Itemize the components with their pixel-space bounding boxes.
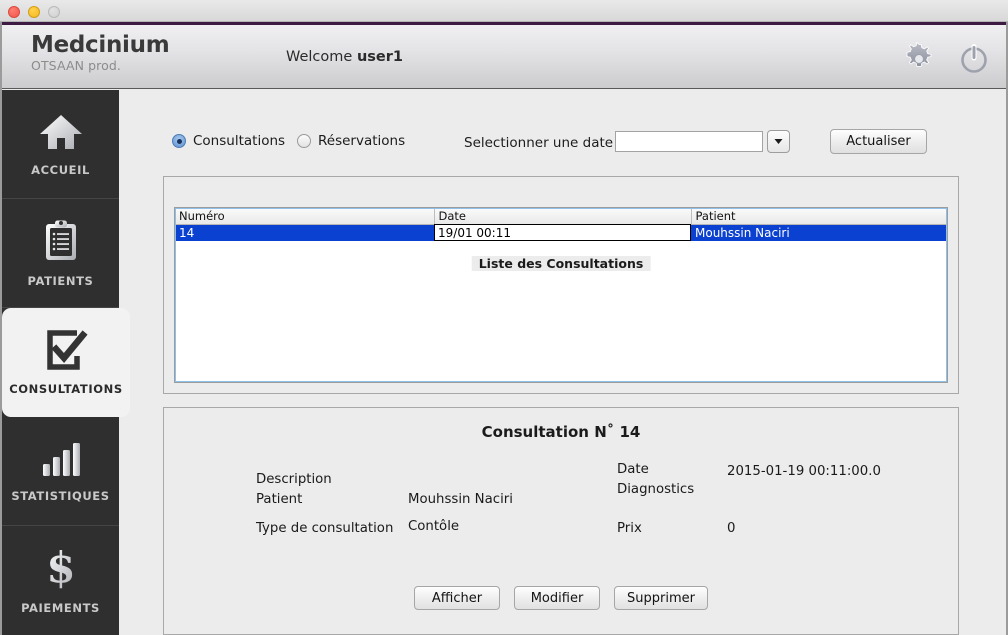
table-header-row: Numéro Date Patient [175, 208, 947, 225]
sidebar-item-accueil[interactable]: ACCUEIL [2, 90, 119, 199]
app-header: Medcinium OTSAAN prod. Welcome user1 [2, 25, 1006, 89]
dollar-sign-icon: $ [44, 543, 78, 594]
sidebar-item-label: PAIEMENTS [21, 601, 100, 615]
window-zoom-button[interactable] [48, 6, 60, 18]
column-header-date[interactable]: Date [434, 208, 692, 225]
home-icon [38, 112, 84, 156]
welcome-username: user1 [356, 49, 403, 65]
sidebar-item-label: ACCUEIL [31, 162, 90, 177]
checkbox-icon [44, 329, 88, 375]
radio-indicator-reservations [297, 134, 311, 148]
cell-patient[interactable]: Mouhssin Naciri [691, 224, 947, 241]
app-container: Medcinium OTSAAN prod. Welcome user1 ACC… [0, 22, 1008, 635]
sidebar-item-label: STATISTIQUES [11, 488, 110, 503]
window-minimize-button[interactable] [28, 6, 40, 18]
radio-label: Consultations [193, 133, 286, 149]
date-picker-label: Selectionner une date [464, 135, 614, 151]
value-prix: 0 [727, 521, 736, 536]
sidebar-item-consultations[interactable]: CONSULTATIONS [2, 308, 130, 417]
label-description: Description [256, 472, 332, 487]
modifier-button[interactable]: Modifier [514, 586, 601, 610]
clipboard-icon [41, 219, 81, 267]
radio-label: Réservations [318, 133, 406, 149]
sidebar-item-label: PATIENTS [27, 273, 94, 288]
value-patient: Mouhssin Naciri [408, 492, 513, 507]
radio-reservations[interactable]: Réservations [297, 133, 405, 149]
window-titlebar [0, 0, 1008, 22]
column-header-numero[interactable]: Numéro [175, 208, 435, 225]
afficher-button[interactable]: Afficher [414, 586, 501, 610]
sidebar-item-statistiques[interactable]: STATISTIQUES [2, 417, 119, 526]
chevron-down-icon[interactable] [767, 130, 790, 153]
column-header-patient[interactable]: Patient [691, 208, 947, 225]
content-pane: Consultations Réservations Selectionner … [119, 90, 1006, 635]
table-row[interactable]: 14 19/01 00:11 Mouhssin Naciri [175, 224, 947, 241]
radio-consultations[interactable]: Consultations [172, 133, 285, 149]
label-patient: Patient [256, 492, 303, 507]
detail-title: Consultation N˚ 14 [481, 423, 641, 441]
cell-date-editor[interactable]: 19/01 00:11 [434, 224, 691, 241]
value-date: 2015-01-19 00:11:00.0 [727, 464, 881, 479]
header-actions [902, 41, 990, 80]
consultation-detail-panel: Consultation N˚ 14 Description Patient M… [163, 407, 959, 635]
label-date: Date [617, 462, 649, 477]
radio-indicator-consultations [172, 134, 186, 148]
date-input[interactable] [615, 131, 763, 152]
svg-text:$: $ [46, 546, 75, 590]
cell-numero[interactable]: 14 [175, 224, 434, 241]
list-panel-legend: Liste des Consultations [471, 256, 651, 271]
sidebar-item-paiements[interactable]: $ PAIEMENTS [2, 526, 119, 635]
bar-chart-icon [38, 440, 84, 482]
gear-icon[interactable] [902, 41, 936, 80]
window-close-button[interactable] [8, 6, 20, 18]
sidebar-item-patients[interactable]: PATIENTS [2, 199, 119, 308]
consultations-table-container[interactable]: Numéro Date Patient 14 19/01 00:11 Mouhs… [174, 207, 948, 383]
label-type-consultation: Type de consultation [256, 521, 394, 536]
brand: Medcinium OTSAAN prod. [31, 32, 170, 73]
filter-toolbar: Consultations Réservations Selectionner … [119, 90, 1006, 154]
power-icon[interactable] [958, 43, 990, 79]
label-prix: Prix [617, 521, 642, 536]
sidebar: ACCUEIL PATIENTS CONSULTATIONS STATISTIQ… [2, 90, 130, 635]
consultations-table: Numéro Date Patient 14 19/01 00:11 Mouhs… [175, 208, 947, 241]
application-window: Medcinium OTSAAN prod. Welcome user1 ACC… [0, 0, 1008, 635]
detail-actions: Afficher Modifier Supprimer [164, 586, 958, 610]
refresh-button[interactable]: Actualiser [830, 129, 927, 154]
sidebar-item-label: CONSULTATIONS [9, 382, 123, 396]
brand-subtitle: OTSAAN prod. [31, 58, 121, 73]
label-diagnostics: Diagnostics [617, 482, 695, 497]
welcome-prefix: Welcome [286, 49, 353, 65]
consultations-list-panel: Numéro Date Patient 14 19/01 00:11 Mouhs… [163, 176, 959, 394]
brand-title: Medcinium [31, 32, 170, 58]
value-type-consultation: Contôle [408, 519, 460, 534]
supprimer-button[interactable]: Supprimer [614, 586, 708, 610]
welcome-message: Welcome user1 [286, 49, 403, 65]
